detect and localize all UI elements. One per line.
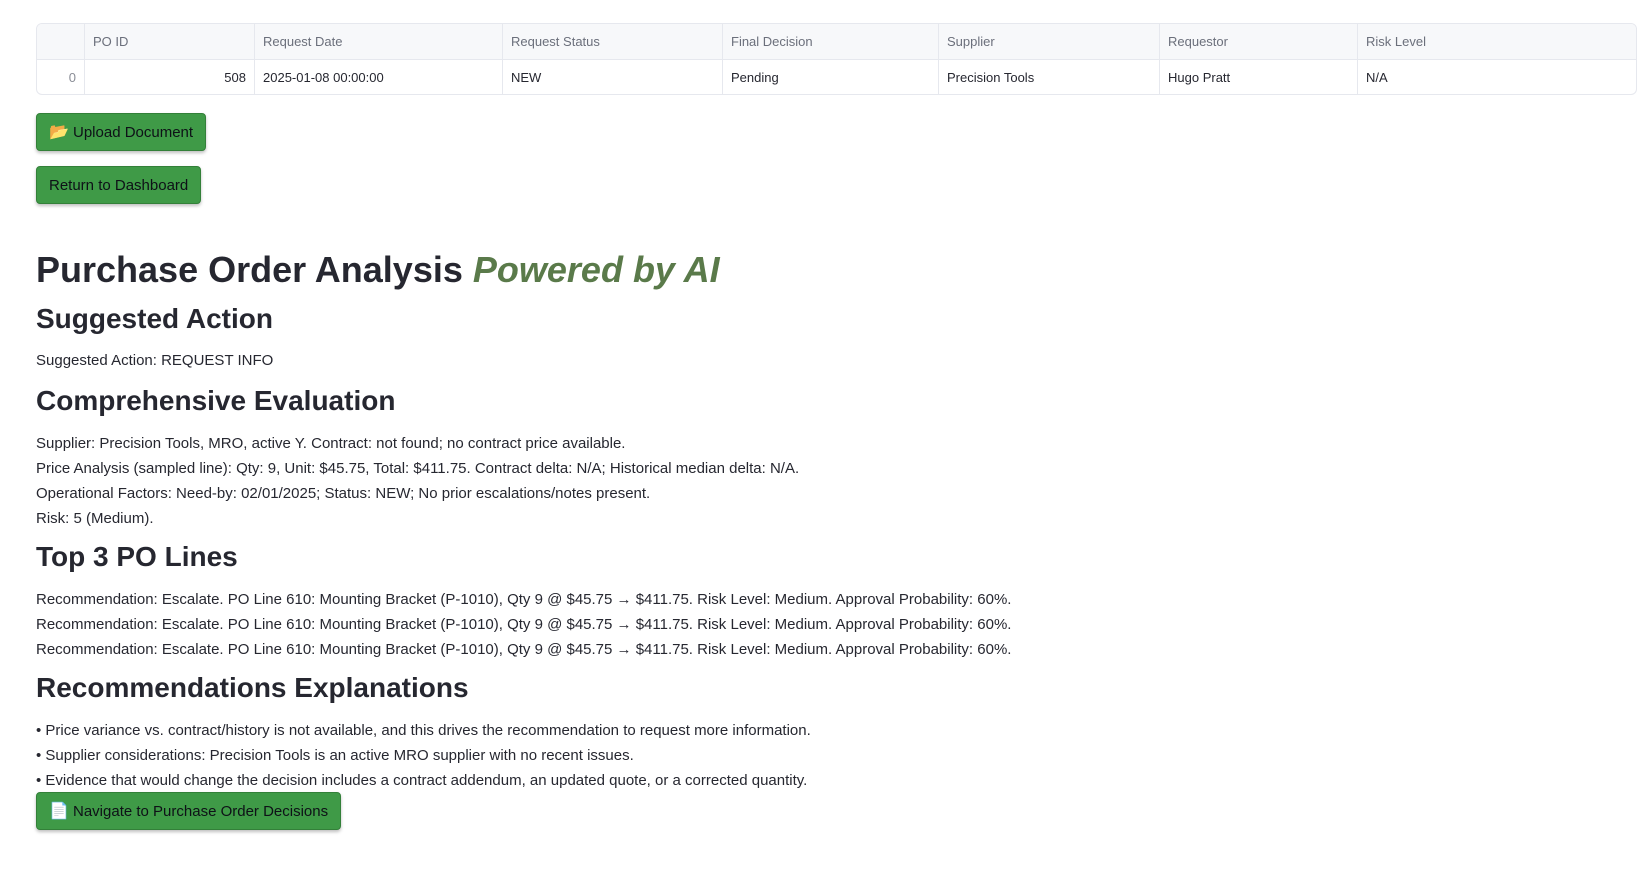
- document-icon: 📄: [49, 803, 69, 820]
- col-header-request-date[interactable]: Request Date: [255, 24, 503, 60]
- navigate-po-decisions-button[interactable]: 📄 Navigate to Purchase Order Decisions: [36, 792, 342, 830]
- evaluation-heading: Comprehensive Evaluation: [36, 385, 396, 416]
- evaluation-line: Operational Factors: Need-by: 02/01/2025…: [36, 485, 651, 502]
- table-header-row: PO ID Request Date Request Status Final …: [37, 24, 1636, 60]
- return-to-dashboard-label: Return to Dashboard: [49, 176, 189, 194]
- navigate-po-decisions-label: Navigate to Purchase Order Decisions: [73, 802, 329, 820]
- explanation-item: • Evidence that would change the decisio…: [36, 772, 808, 789]
- explanation-item: • Price variance vs. contract/history is…: [36, 722, 811, 739]
- cell-supplier[interactable]: Precision Tools: [939, 60, 1160, 94]
- col-header-risk-level[interactable]: Risk Level: [1358, 24, 1636, 60]
- explanation-item: • Supplier considerations: Precision Too…: [36, 747, 634, 764]
- po-lines-text: Recommendation: Escalate. PO Line 610: M…: [36, 587, 1011, 662]
- suggested-action-line: Suggested Action: REQUEST INFO: [36, 352, 274, 369]
- table-row: 0 508 2025-01-08 00:00:00 NEW Pending Pr…: [37, 60, 1636, 94]
- col-header-final-decision[interactable]: Final Decision: [723, 24, 939, 60]
- suggested-action-text: Suggested Action: REQUEST INFO: [36, 348, 273, 373]
- upload-document-button[interactable]: 📂 Upload Document: [36, 113, 207, 151]
- po-line-item: Recommendation: Escalate. PO Line 610: M…: [36, 641, 1012, 658]
- evaluation-text: Supplier: Precision Tools, MRO, active Y…: [36, 431, 799, 531]
- col-header-po-id[interactable]: PO ID: [85, 24, 255, 60]
- cell-requestor[interactable]: Hugo Pratt: [1160, 60, 1358, 94]
- upload-document-label: Upload Document: [73, 123, 194, 141]
- explanations-text: • Price variance vs. contract/history is…: [36, 718, 811, 793]
- evaluation-line: Risk: 5 (Medium).: [36, 510, 154, 527]
- po-line-item: Recommendation: Escalate. PO Line 610: M…: [36, 591, 1012, 608]
- page-title-main: Purchase Order Analysis: [36, 249, 463, 290]
- col-header-index[interactable]: [37, 24, 85, 60]
- col-header-request-status[interactable]: Request Status: [503, 24, 723, 60]
- cell-risk-level[interactable]: N/A: [1358, 60, 1636, 94]
- po-line-item: Recommendation: Escalate. PO Line 610: M…: [36, 616, 1012, 633]
- evaluation-line: Price Analysis (sampled line): Qty: 9, U…: [36, 460, 800, 477]
- cell-final-decision[interactable]: Pending: [723, 60, 939, 94]
- cell-po-id[interactable]: 508: [85, 60, 255, 94]
- cell-request-date[interactable]: 2025-01-08 00:00:00: [255, 60, 503, 94]
- cell-index[interactable]: 0: [37, 60, 85, 94]
- page-title: Purchase Order Analysis Powered by AI: [36, 249, 720, 291]
- po-table: PO ID Request Date Request Status Final …: [36, 23, 1637, 95]
- suggested-action-heading: Suggested Action: [36, 303, 273, 334]
- return-to-dashboard-button[interactable]: Return to Dashboard: [36, 166, 202, 204]
- explanations-heading: Recommendations Explanations: [36, 672, 469, 703]
- po-lines-heading: Top 3 PO Lines: [36, 541, 238, 572]
- cell-request-status[interactable]: NEW: [503, 60, 723, 94]
- col-header-requestor[interactable]: Requestor: [1160, 24, 1358, 60]
- folder-icon: 📂: [49, 124, 69, 141]
- page-title-highlight: Powered by AI: [472, 249, 720, 290]
- evaluation-line: Supplier: Precision Tools, MRO, active Y…: [36, 435, 626, 452]
- page-content: PO ID Request Date Request Status Final …: [36, 23, 1637, 830]
- col-header-supplier[interactable]: Supplier: [939, 24, 1160, 60]
